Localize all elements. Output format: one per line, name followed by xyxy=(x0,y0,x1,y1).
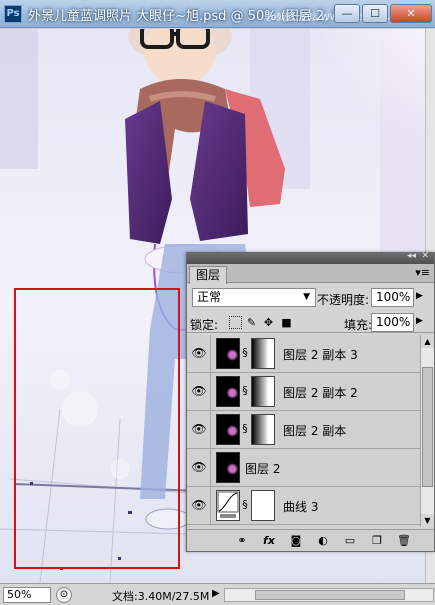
layer-row[interactable]: 👁 § 图层 2 副本 3 xyxy=(187,335,420,373)
lock-fill-row: 锁定: ✎ ✥ ■ 填充: 100% ▶ xyxy=(187,311,434,333)
layer-name[interactable]: 图层 2 副本 2 xyxy=(283,384,358,401)
layer-thumbnail xyxy=(216,452,240,483)
visibility-toggle[interactable]: 👁 xyxy=(187,373,211,411)
title-bar: Ps 外景儿童蓝调照片 大眼仔~旭.psd @ 50% (图层 2, RG 思缘… xyxy=(0,0,435,28)
layer-mask-thumbnail[interactable] xyxy=(251,414,275,445)
eye-icon[interactable]: 👁 xyxy=(191,422,207,436)
maximize-button[interactable]: ☐ xyxy=(362,4,388,23)
opacity-slider-arrow-icon[interactable]: ▶ xyxy=(416,291,423,301)
visibility-toggle[interactable]: 👁 xyxy=(187,449,211,487)
layer-row[interactable]: 👁 § 曲线 3 xyxy=(187,487,420,525)
scroll-thumb[interactable] xyxy=(255,590,405,600)
status-menu-icon[interactable]: ⊙ xyxy=(56,587,72,603)
trash-icon[interactable]: 🗑 xyxy=(397,534,411,548)
visibility-toggle[interactable]: 👁 xyxy=(187,487,211,525)
link-layers-icon[interactable]: ⚭ xyxy=(235,534,249,548)
photoshop-window: Ps 外景儿童蓝调照片 大眼仔~旭.psd @ 50% (图层 2, RG 思缘… xyxy=(0,0,435,605)
layer-name[interactable]: 图层 2 副本 3 xyxy=(283,346,358,363)
lock-label: 锁定: xyxy=(190,318,219,332)
lock-all-padlock-icon[interactable]: ■ xyxy=(280,316,293,329)
lock-position-move-icon[interactable]: ✥ xyxy=(262,316,275,329)
eye-icon[interactable]: 👁 xyxy=(191,498,207,512)
layer-row[interactable]: 👁 § 图层 2 副本 xyxy=(187,411,420,449)
chain-link-icon[interactable]: § xyxy=(241,421,249,437)
close-button[interactable]: ✕ xyxy=(390,4,432,23)
layers-scrollbar[interactable]: ▲ ▼ xyxy=(420,335,434,527)
panel-menu-icon[interactable]: ▾≡ xyxy=(415,266,430,280)
tab-layers[interactable]: 图层 xyxy=(189,266,228,284)
layer-thumbnail xyxy=(216,376,240,407)
layer-row[interactable]: 👁 图层 2 xyxy=(187,449,420,487)
visibility-toggle[interactable]: 👁 xyxy=(187,335,211,373)
document-size-info: 文档:3.40M/27.5M xyxy=(112,590,210,603)
layers-list: 👁 § 图层 2 副本 3 👁 § 图层 2 副本 2 👁 § 图层 2 副本 … xyxy=(187,335,420,527)
fill-label: 填充: xyxy=(344,318,373,332)
add-mask-icon[interactable]: ◙ xyxy=(289,534,303,548)
new-group-folder-icon[interactable]: ▭ xyxy=(343,534,357,548)
zoom-input[interactable]: 50% xyxy=(3,587,51,603)
blend-opacity-row: 正常 ▼ 不透明度: 100% ▶ xyxy=(187,285,434,309)
chevron-down-icon: ▼ xyxy=(303,292,310,302)
adjustment-layer-icon[interactable]: ◐ xyxy=(316,534,330,548)
lock-paint-brush-icon[interactable]: ✎ xyxy=(245,316,258,329)
visibility-toggle[interactable]: 👁 xyxy=(187,411,211,449)
eye-icon[interactable]: 👁 xyxy=(191,346,207,360)
layer-name[interactable]: 曲线 3 xyxy=(283,498,318,515)
photoshop-app-icon[interactable]: Ps xyxy=(4,5,22,23)
fill-slider-arrow-icon[interactable]: ▶ xyxy=(416,316,423,326)
scroll-thumb[interactable] xyxy=(422,367,433,487)
blend-mode-value: 正常 xyxy=(197,290,222,304)
scroll-up-icon[interactable]: ▲ xyxy=(421,335,434,348)
layer-thumbnail xyxy=(216,338,240,369)
scroll-down-icon[interactable]: ▼ xyxy=(421,514,434,527)
opacity-label: 不透明度: xyxy=(317,293,370,307)
panel-header-strip: ◂◂ ✕ xyxy=(187,251,434,264)
layer-mask-thumbnail[interactable] xyxy=(251,376,275,407)
selection-outline xyxy=(14,288,180,569)
opacity-input[interactable]: 100% xyxy=(371,288,414,307)
status-arrow-icon[interactable]: ▶ xyxy=(212,588,220,599)
horizontal-scrollbar[interactable] xyxy=(224,588,434,602)
layers-panel: ◂◂ ✕ 图层 ▾≡ 正常 ▼ 不透明度: 100% ▶ 锁定: ✎ ✥ ■ 填… xyxy=(186,251,435,552)
chain-link-icon[interactable]: § xyxy=(241,345,249,361)
layers-footer: ⚭ fx ◙ ◐ ▭ ❐ 🗑 xyxy=(187,529,434,551)
fx-icon[interactable]: fx xyxy=(262,534,276,548)
layer-row[interactable]: 👁 § 图层 2 副本 2 xyxy=(187,373,420,411)
eye-icon[interactable]: 👁 xyxy=(191,384,207,398)
chain-link-icon[interactable]: § xyxy=(241,383,249,399)
blend-mode-select[interactable]: 正常 ▼ xyxy=(192,288,316,307)
curves-adjustment-icon[interactable] xyxy=(216,490,240,521)
eye-icon[interactable]: 👁 xyxy=(191,460,207,474)
layer-mask-thumbnail[interactable] xyxy=(251,490,275,521)
status-bar: 50% ⊙ 文档:3.40M/27.5M ▶ xyxy=(0,583,435,605)
layer-thumbnail xyxy=(216,414,240,445)
panel-close-icon[interactable]: ✕ xyxy=(421,251,429,261)
minimize-button[interactable]: — xyxy=(334,4,360,23)
panel-tab-row: 图层 ▾≡ xyxy=(187,264,434,284)
layer-name[interactable]: 图层 2 副本 xyxy=(283,422,346,439)
layer-name[interactable]: 图层 2 xyxy=(245,460,280,477)
new-layer-icon[interactable]: ❐ xyxy=(370,534,384,548)
collapse-icon[interactable]: ◂◂ xyxy=(407,251,416,261)
lock-transparency-icon[interactable] xyxy=(229,316,242,329)
layer-mask-thumbnail[interactable] xyxy=(251,338,275,369)
chain-link-icon[interactable]: § xyxy=(241,497,249,513)
fill-input[interactable]: 100% xyxy=(371,313,414,332)
